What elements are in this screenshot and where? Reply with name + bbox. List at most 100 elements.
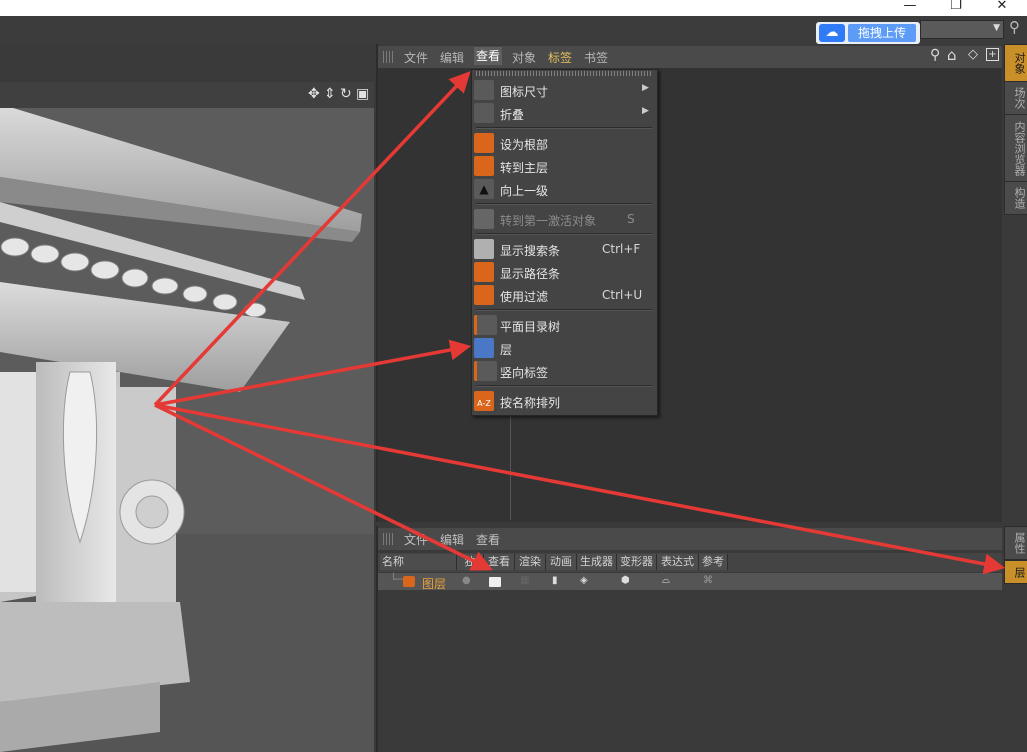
animation-film-icon[interactable]: ▮ <box>552 575 558 586</box>
layer-list[interactable] <box>378 590 1002 752</box>
molding-render <box>0 82 374 752</box>
column-expressions[interactable]: 表达式 <box>657 554 699 570</box>
menu-item-show-search-bar[interactable]: 显示搜索条 Ctrl+F <box>472 238 655 260</box>
menu-item-icon-size[interactable]: 图标尺寸 ▶ <box>472 79 655 101</box>
grip-icon[interactable] <box>383 51 395 63</box>
shortcut-label: S <box>627 212 635 226</box>
rotate-icon[interactable]: ↻ <box>340 86 352 102</box>
chevron-right-icon: ▶ <box>642 106 649 116</box>
baidu-upload-widget[interactable]: ☁ 拖拽上传 <box>816 22 920 44</box>
maximize-button[interactable]: ❐ <box>946 0 966 16</box>
vertical-move-icon[interactable]: ⇕ <box>324 86 336 102</box>
tab-content-browser[interactable]: 内容浏览器 <box>1004 114 1027 182</box>
generator-icon[interactable]: ◈ <box>580 575 588 586</box>
shortcut-label: Ctrl+U <box>602 288 643 302</box>
column-deformers[interactable]: 变形器 <box>617 554 657 570</box>
search-icon[interactable]: ⚲ <box>1009 18 1020 36</box>
menu-item-label: 向上一级 <box>500 184 549 198</box>
vertical-tags-icon <box>474 361 497 381</box>
menu-item-fold[interactable]: 折叠 ▶ <box>472 102 655 124</box>
menu-item-label: 图标尺寸 <box>500 85 549 99</box>
3d-viewport[interactable] <box>0 82 374 752</box>
menu-objects[interactable]: 对象 <box>512 49 536 66</box>
menu-item-up-one-level[interactable]: ▲ 向上一级 <box>472 178 655 200</box>
chevron-down-icon: ▼ <box>993 23 1000 33</box>
menu-file[interactable]: 文件 <box>404 49 428 66</box>
house-path-icon <box>474 262 494 282</box>
house-check-icon <box>474 133 494 153</box>
tear-off-handle[interactable] <box>476 71 652 76</box>
layers-icon <box>474 338 494 358</box>
maximize-icon[interactable]: ▣ <box>356 86 369 102</box>
home-icon[interactable]: ⌂ <box>947 46 957 64</box>
close-button[interactable]: ✕ <box>992 0 1012 16</box>
column-xref[interactable]: 参考 <box>699 554 728 570</box>
filter-icon <box>474 285 494 305</box>
menu-item-vertical-tags[interactable]: 竖向标签 <box>472 360 655 382</box>
target-icon <box>474 209 494 229</box>
lm-menu-view[interactable]: 查看 <box>476 531 500 548</box>
layer-color-swatch[interactable] <box>403 576 415 587</box>
flat-tree-icon <box>474 315 497 335</box>
layout-select[interactable]: ▼ <box>920 20 1004 39</box>
window-title-bar <box>0 0 1027 16</box>
upload-button[interactable]: 拖拽上传 <box>848 24 916 42</box>
lm-menu-file[interactable]: 文件 <box>404 531 428 548</box>
menu-item-show-path-bar[interactable]: 显示路径条 <box>472 261 655 283</box>
menu-item-label: 竖向标签 <box>500 366 549 380</box>
menu-item-go-to-home[interactable]: 转到主层 <box>472 155 655 177</box>
menu-separator <box>476 127 652 129</box>
tab-layers[interactable]: 层 <box>1004 560 1027 584</box>
menu-bookmarks[interactable]: 书签 <box>584 49 608 66</box>
menu-item-go-to-first-active[interactable]: 转到第一激活对象 S <box>472 208 655 230</box>
column-generators[interactable]: 生成器 <box>577 554 617 570</box>
menu-item-flat-tree[interactable]: 平面目录树 <box>472 314 655 336</box>
menu-item-use-filter[interactable]: 使用过滤 Ctrl+U <box>472 284 655 306</box>
column-view[interactable]: 查看 <box>484 554 515 570</box>
menu-separator <box>476 233 652 235</box>
column-animation[interactable]: 动画 <box>546 554 577 570</box>
column-name[interactable]: 名称 <box>380 554 457 570</box>
menu-item-label: 设为根部 <box>500 138 549 152</box>
solo-dot-icon[interactable]: ● <box>462 575 471 586</box>
blank-icon <box>474 80 494 100</box>
tab-objects[interactable]: 对象 <box>1004 44 1027 82</box>
menu-view[interactable]: 查看 <box>474 47 503 65</box>
menu-item-label: 折叠 <box>500 108 525 122</box>
minimize-button[interactable]: — <box>900 0 920 16</box>
layer-row[interactable] <box>378 573 1002 590</box>
xref-icon[interactable]: ⌘ <box>703 575 713 586</box>
column-solo[interactable]: 独 <box>457 554 484 570</box>
layer-manager-menubar <box>378 528 1002 550</box>
expression-icon[interactable]: ⌓ <box>662 575 670 586</box>
menu-separator <box>476 385 652 387</box>
tree-connector: └─ <box>390 573 404 586</box>
menu-item-set-as-root[interactable]: 设为根部 <box>472 132 655 154</box>
move-icon[interactable]: ✥ <box>308 86 320 102</box>
menu-separator <box>476 309 652 311</box>
menu-item-label: 转到第一激活对象 <box>500 214 597 228</box>
grip-icon[interactable] <box>383 533 395 545</box>
menu-item-label: 使用过滤 <box>500 290 549 304</box>
menu-item-layers[interactable]: 层 <box>472 337 655 359</box>
tab-takes[interactable]: 场次 <box>1004 81 1027 115</box>
up-down-icon[interactable]: ◇ <box>968 47 978 62</box>
render-clapper-icon[interactable]: ▦ <box>520 575 529 586</box>
view-eye-icon[interactable] <box>489 577 501 587</box>
object-manager-menubar <box>378 46 1002 68</box>
menu-item-label: 显示搜索条 <box>500 244 561 258</box>
shortcut-label: Ctrl+F <box>602 242 641 256</box>
menu-tags[interactable]: 标签 <box>548 49 572 66</box>
deformer-icon[interactable]: ⬢ <box>621 575 630 586</box>
menu-edit[interactable]: 编辑 <box>440 49 464 66</box>
menu-item-sort-by-name[interactable]: A-Z 按名称排列 <box>472 390 655 412</box>
search-icon[interactable]: ⚲ <box>930 47 940 63</box>
tab-structure[interactable]: 构造 <box>1004 181 1027 215</box>
menu-item-label: 显示路径条 <box>500 267 561 281</box>
blank-icon <box>474 103 494 123</box>
tab-attributes[interactable]: 属性 <box>1004 526 1027 560</box>
column-render[interactable]: 渲染 <box>515 554 546 570</box>
lm-menu-edit[interactable]: 编辑 <box>440 531 464 548</box>
new-window-icon[interactable]: + <box>986 48 999 61</box>
menu-item-label: 转到主层 <box>500 161 549 175</box>
